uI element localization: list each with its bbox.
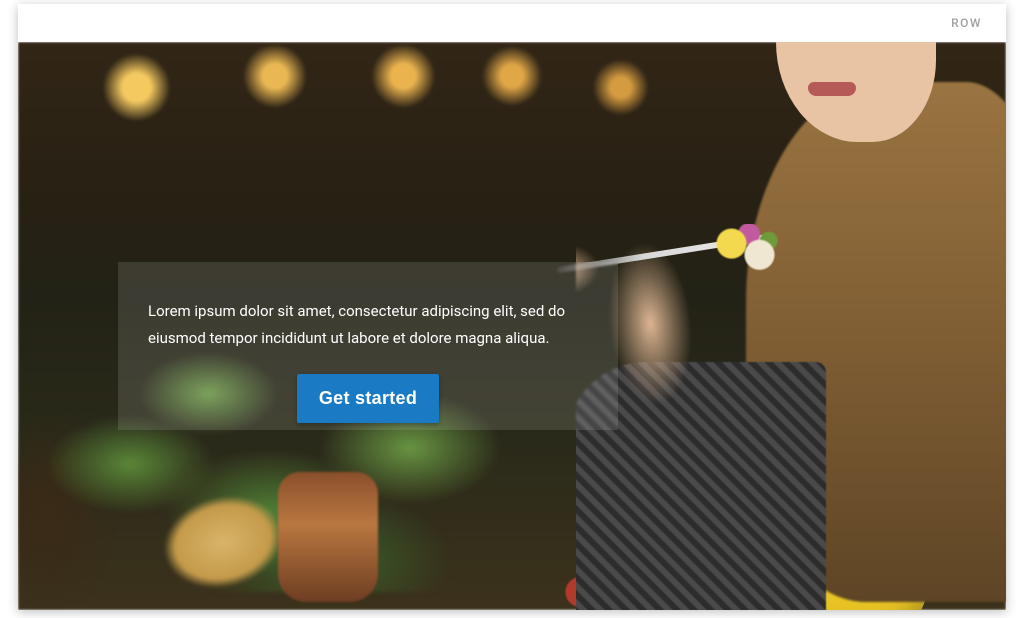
- editor-top-bar: ROW: [18, 4, 1006, 42]
- hero-body-text[interactable]: Lorem ipsum dolor sit amet, consectetur …: [148, 298, 588, 352]
- row-block-label[interactable]: ROW: [951, 16, 982, 30]
- get-started-button[interactable]: Get started: [297, 374, 439, 423]
- cta-container: Get started: [118, 374, 618, 423]
- page-canvas: ROW Lorem ipsum dolor sit amet, consecte…: [18, 4, 1006, 610]
- hero-section[interactable]: Lorem ipsum dolor sit amet, consectetur …: [18, 42, 1006, 610]
